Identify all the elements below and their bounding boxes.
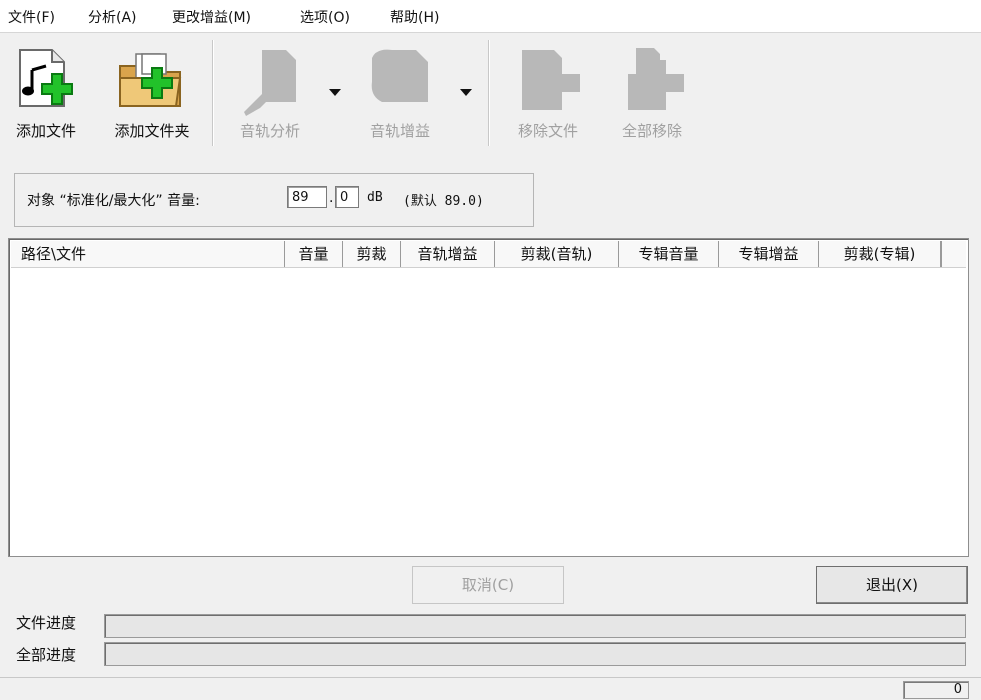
list-header: 路径\文件 音量 剪裁 音轨增益 剪裁(音轨) 专辑音量 专辑增益 剪裁(专辑) — [11, 241, 966, 268]
remove-all-label: 全部移除 — [621, 122, 682, 140]
column-header-volume[interactable]: 音量 — [285, 241, 343, 267]
file-list[interactable]: 路径\文件 音量 剪裁 音轨增益 剪裁(音轨) 专辑音量 专辑增益 剪裁(专辑) — [8, 238, 969, 557]
file-progress-label: 文件进度 — [16, 614, 77, 632]
target-decimal-input[interactable]: 0 — [335, 186, 359, 208]
remove-file-button[interactable]: 移除文件 — [502, 40, 594, 146]
remove-all-icon — [628, 48, 684, 110]
track-gain-button[interactable]: 音轨增益 — [352, 40, 448, 146]
unit-label: dB — [367, 190, 383, 205]
add-folder-button[interactable]: 添加文件夹 — [100, 40, 204, 146]
add-file-label: 添加文件 — [15, 122, 76, 140]
menu-divider — [0, 32, 981, 33]
menu-file[interactable]: 文件(F) — [8, 7, 55, 27]
toolbar-separator — [488, 40, 489, 146]
add-folder-icon — [119, 53, 182, 107]
add-file-button[interactable]: 添加文件 — [4, 40, 88, 146]
track-gain-dropdown-icon[interactable] — [460, 89, 472, 96]
all-progress-label: 全部进度 — [16, 646, 77, 664]
column-header-track-gain[interactable]: 音轨增益 — [401, 241, 495, 267]
menu-change-gain[interactable]: 更改增益(M) — [172, 7, 251, 27]
target-volume-label: 对象 “标准化/最大化” 音量: — [27, 193, 200, 209]
remove-file-label: 移除文件 — [517, 122, 578, 140]
menu-help[interactable]: 帮助(H) — [390, 7, 439, 27]
menu-analyze[interactable]: 分析(A) — [88, 7, 137, 27]
status-bar-divider — [0, 677, 981, 678]
decimal-point: . — [329, 190, 334, 206]
default-value-label: (默认 89.0) — [403, 194, 484, 209]
column-header-path[interactable]: 路径\文件 — [11, 241, 285, 267]
column-header-album-clip[interactable]: 剪裁(专辑) — [819, 241, 941, 267]
column-header-album-gain[interactable]: 专辑增益 — [719, 241, 819, 267]
target-integer-input[interactable]: 89 — [287, 186, 327, 208]
menu-options[interactable]: 选项(O) — [300, 7, 350, 27]
add-file-icon — [19, 49, 73, 107]
toolbar-separator — [212, 40, 213, 146]
exit-button[interactable]: 退出(X) — [816, 566, 968, 604]
menu-bar: 文件(F) 分析(A) 更改增益(M) 选项(O) 帮助(H) — [0, 0, 981, 32]
file-progress-bar — [104, 614, 966, 638]
column-header-clip[interactable]: 剪裁 — [343, 241, 401, 267]
column-header-filler — [941, 241, 967, 267]
remove-file-icon — [522, 50, 580, 110]
track-analysis-button[interactable]: 音轨分析 — [222, 40, 318, 146]
track-gain-icon — [371, 49, 428, 102]
status-count: 0 — [903, 681, 969, 699]
track-gain-label: 音轨增益 — [369, 122, 430, 140]
track-analysis-dropdown-icon[interactable] — [329, 89, 341, 96]
target-volume-group: 对象 “标准化/最大化” 音量: 89 . 0 dB (默认 89.0) — [14, 173, 534, 227]
remove-all-button[interactable]: 全部移除 — [606, 40, 698, 146]
column-header-album-volume[interactable]: 专辑音量 — [619, 241, 719, 267]
all-progress-bar — [104, 642, 966, 666]
add-folder-label: 添加文件夹 — [114, 122, 190, 140]
track-analysis-icon — [244, 50, 296, 116]
track-analysis-label: 音轨分析 — [239, 122, 300, 140]
cancel-button[interactable]: 取消(C) — [412, 566, 564, 604]
column-header-track-clip[interactable]: 剪裁(音轨) — [495, 241, 619, 267]
